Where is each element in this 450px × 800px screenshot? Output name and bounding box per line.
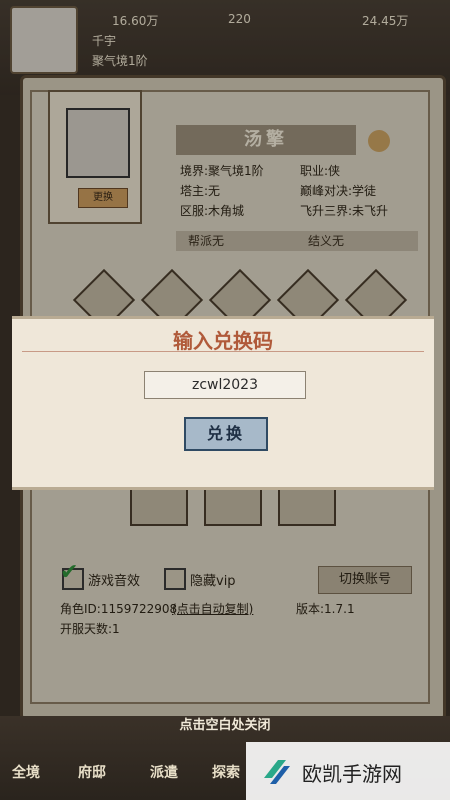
nav-item-3[interactable]: 探索	[212, 762, 240, 782]
modal-title: 输入兑换码	[173, 329, 273, 353]
watermark-text: 欧凯手游网	[302, 762, 402, 786]
redeem-button[interactable]: 兑换	[184, 417, 268, 451]
nav-item-2[interactable]: 派遣	[150, 762, 178, 782]
watermark-logo-icon	[264, 760, 290, 784]
redeem-modal: 输入兑换码 zcwl2023 兑换	[12, 316, 434, 490]
modal-divider	[22, 351, 424, 352]
close-hint: 点击空白处关闭	[179, 718, 271, 733]
nav-item-1[interactable]: 府邸	[78, 762, 106, 782]
redeem-code-input[interactable]: zcwl2023	[144, 371, 306, 399]
nav-item-0[interactable]: 全境	[12, 762, 40, 782]
